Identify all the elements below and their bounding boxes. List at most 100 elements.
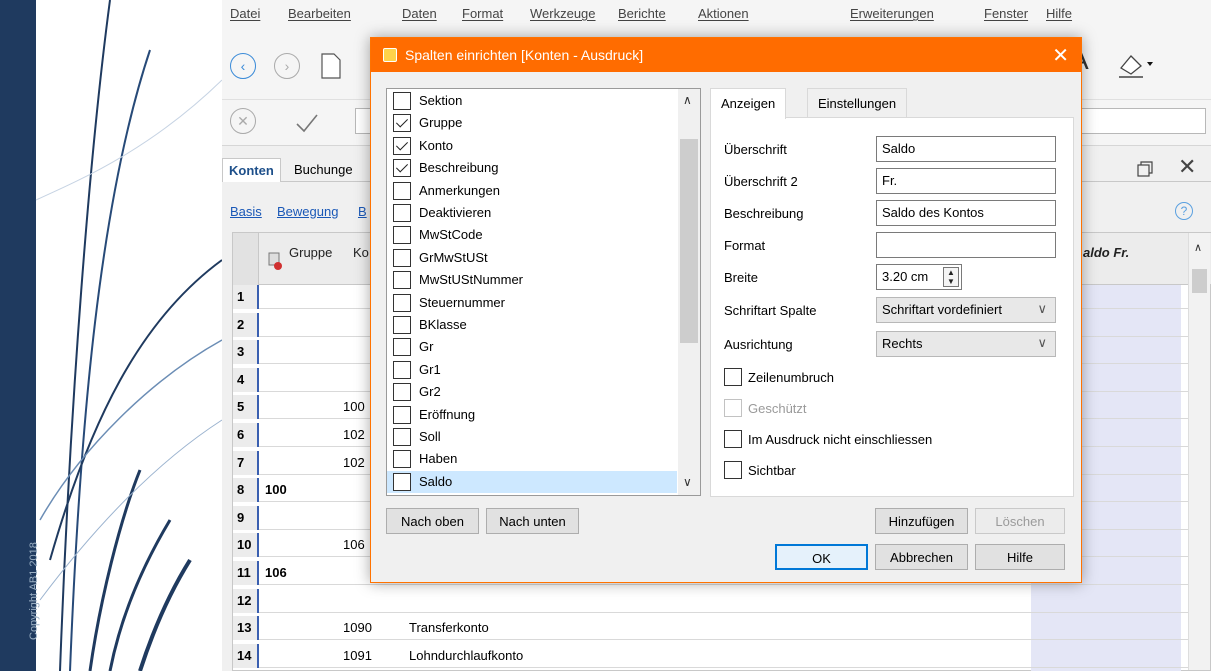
cell-input[interactable] bbox=[1072, 108, 1206, 134]
column-checkbox[interactable] bbox=[393, 360, 411, 379]
column-list-item[interactable]: Gr2 bbox=[387, 381, 677, 403]
menu-werkzeuge[interactable]: Werkzeuge bbox=[530, 6, 596, 21]
column-list-item[interactable]: Steuernummer bbox=[387, 292, 677, 314]
column-checkbox[interactable] bbox=[393, 383, 411, 402]
column-checkbox[interactable] bbox=[393, 181, 411, 200]
tab-anzeigen[interactable]: Anzeigen bbox=[710, 88, 787, 119]
column-list-item[interactable]: Haben bbox=[387, 448, 677, 470]
column-checkbox[interactable] bbox=[393, 405, 411, 424]
column-checkbox[interactable] bbox=[393, 338, 411, 357]
column-list-item[interactable]: GrMwStUSt bbox=[387, 247, 677, 269]
move-down-button[interactable]: Nach unten bbox=[486, 508, 579, 534]
tab-buchungen[interactable]: Buchunge bbox=[288, 158, 359, 182]
scroll-up-icon[interactable]: ∧ bbox=[683, 93, 692, 107]
column-list-item[interactable]: BKlasse bbox=[387, 314, 677, 336]
menu-format[interactable]: Format bbox=[462, 6, 503, 21]
column-list-item[interactable]: MwStUStNummer bbox=[387, 269, 677, 291]
column-list-item[interactable]: Beschreibung bbox=[387, 157, 677, 179]
column-list-item[interactable]: Gr1 bbox=[387, 359, 677, 381]
column-checkbox[interactable] bbox=[393, 159, 411, 178]
column-checkbox[interactable] bbox=[393, 114, 411, 133]
menu-erweiterungen[interactable]: Erweiterungen bbox=[850, 6, 934, 21]
table-scroll-thumb[interactable] bbox=[1192, 269, 1207, 293]
table-row[interactable]: 13 1090 Transferkonto bbox=[233, 616, 1193, 641]
confirm-edit-icon[interactable] bbox=[294, 112, 320, 134]
menu-berichte[interactable]: Berichte bbox=[618, 6, 666, 21]
ueberschrift2-field[interactable]: Fr. bbox=[876, 168, 1056, 194]
column-list-item[interactable]: MwStCode bbox=[387, 224, 677, 246]
column-checkbox[interactable] bbox=[393, 136, 411, 155]
column-list-item[interactable]: Gr bbox=[387, 336, 677, 358]
column-checkbox[interactable] bbox=[393, 316, 411, 334]
breite-field[interactable]: 3.20 cm ▲ ▼ bbox=[876, 264, 962, 290]
menu-datei[interactable]: Datei bbox=[230, 6, 260, 21]
delete-label: Löschen bbox=[995, 514, 1045, 529]
column-checkbox[interactable] bbox=[393, 226, 411, 245]
forward-icon[interactable]: › bbox=[274, 53, 300, 79]
new-document-icon[interactable] bbox=[320, 52, 342, 80]
schriftart-select[interactable]: Schriftart vordefiniert ∨ bbox=[876, 297, 1056, 323]
chevron-down-icon: ∨ bbox=[1037, 335, 1047, 350]
column-checkbox[interactable] bbox=[393, 92, 411, 110]
add-button[interactable]: Hinzufügen bbox=[875, 508, 968, 534]
scroll-down-icon[interactable]: ∨ bbox=[683, 475, 692, 489]
menu-bearbeiten[interactable]: Bearbeiten bbox=[288, 6, 351, 21]
spinner-icon[interactable]: ▲ ▼ bbox=[943, 267, 959, 287]
sichtbar-label: Sichtbar bbox=[748, 463, 796, 478]
column-list-scrollbar[interactable]: ∧ ∨ bbox=[678, 89, 700, 495]
delete-button: Löschen bbox=[975, 508, 1065, 534]
menu-daten[interactable]: Daten bbox=[402, 6, 437, 21]
help-button[interactable]: Hilfe bbox=[975, 544, 1065, 570]
column-header-konto[interactable]: Ko bbox=[353, 245, 369, 260]
sichtbar-checkbox[interactable] bbox=[724, 461, 742, 479]
subtab-b[interactable]: B bbox=[358, 204, 367, 219]
column-list-item[interactable]: Anmerkungen bbox=[387, 180, 677, 202]
menu-aktionen[interactable]: Aktionen bbox=[698, 6, 749, 21]
column-checkbox[interactable] bbox=[393, 248, 411, 267]
header-corner bbox=[233, 233, 259, 285]
menu-hilfe[interactable]: Hilfe bbox=[1046, 6, 1072, 21]
zeilenumbruch-checkbox[interactable] bbox=[724, 368, 742, 386]
column-checkbox[interactable] bbox=[393, 271, 411, 290]
cancel-button[interactable]: Abbrechen bbox=[875, 544, 968, 570]
table-scrollbar[interactable]: ∧ bbox=[1188, 233, 1210, 670]
column-list-scroll-thumb[interactable] bbox=[680, 139, 698, 343]
column-list-item[interactable]: Deaktivieren bbox=[387, 202, 677, 224]
restore-window-icon[interactable] bbox=[1136, 160, 1154, 178]
back-icon[interactable]: ‹ bbox=[230, 53, 256, 79]
move-up-button[interactable]: Nach oben bbox=[386, 508, 479, 534]
column-checkbox[interactable] bbox=[393, 204, 411, 222]
fill-color-icon[interactable] bbox=[1115, 50, 1155, 80]
tab-einstellungen[interactable]: Einstellungen bbox=[807, 88, 908, 118]
scroll-up-icon[interactable]: ∧ bbox=[1194, 241, 1202, 254]
close-icon[interactable]: ✕ bbox=[1052, 43, 1069, 68]
nicht-einschliessen-checkbox[interactable] bbox=[724, 430, 742, 448]
column-checkbox[interactable] bbox=[393, 293, 411, 312]
table-row[interactable]: 14 1091 Lohndurchlaufkonto bbox=[233, 643, 1193, 668]
delete-row-icon[interactable] bbox=[267, 251, 283, 271]
format-field[interactable] bbox=[876, 232, 1056, 258]
column-checkbox[interactable] bbox=[393, 472, 411, 491]
column-list-item[interactable]: Eröffnung bbox=[387, 404, 677, 426]
column-checkbox[interactable] bbox=[393, 450, 411, 469]
subtab-basis[interactable]: Basis bbox=[230, 204, 262, 219]
column-list-item[interactable]: Konto bbox=[387, 135, 677, 157]
column-header-gruppe[interactable]: Gruppe bbox=[289, 245, 332, 260]
tab-konten[interactable]: Konten bbox=[222, 158, 281, 182]
column-checkbox[interactable] bbox=[393, 428, 411, 446]
ok-button[interactable]: OK bbox=[775, 544, 868, 570]
column-list-item[interactable]: Soll bbox=[387, 426, 677, 448]
table-row[interactable]: 12 bbox=[233, 588, 1193, 613]
close-tab-icon[interactable]: ✕ bbox=[1178, 154, 1196, 180]
cancel-edit-icon[interactable]: ✕ bbox=[230, 108, 256, 134]
menu-fenster[interactable]: Fenster bbox=[984, 6, 1028, 21]
beschreibung-field[interactable]: Saldo des Kontos bbox=[876, 200, 1056, 226]
column-list-item[interactable]: Sektion bbox=[387, 90, 677, 112]
subtab-bewegung[interactable]: Bewegung bbox=[277, 204, 338, 219]
column-list-item[interactable]: Gruppe bbox=[387, 112, 677, 134]
ausrichtung-select[interactable]: Rechts ∨ bbox=[876, 331, 1056, 357]
help-icon[interactable]: ? bbox=[1175, 202, 1193, 220]
ueberschrift-field[interactable]: Saldo bbox=[876, 136, 1056, 162]
column-header-saldo[interactable]: aldo Fr. bbox=[1083, 245, 1129, 260]
column-list-item[interactable]: Saldo bbox=[387, 470, 677, 494]
